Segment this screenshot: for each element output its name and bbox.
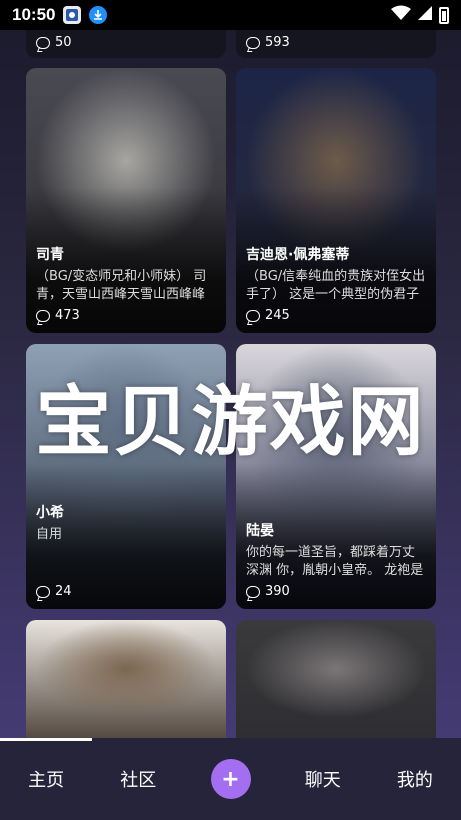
bottom-tab-bar: 主页 社区 + 聊天 我的 — [0, 738, 461, 820]
character-card[interactable]: 小希 自用 24 — [26, 344, 226, 609]
comment-icon — [36, 585, 50, 598]
character-name: 陆晏 — [246, 523, 274, 539]
character-name: 小希 — [36, 505, 64, 521]
character-feed[interactable]: 50 593 司青 （BG/变态师兄和小师妹） 司青，天雪山西峰天雪山西峰峰主司… — [0, 30, 461, 738]
status-bar: 10:50 — [0, 0, 461, 30]
tab-mine[interactable]: 我的 — [369, 766, 461, 792]
add-button[interactable]: + — [210, 759, 251, 799]
character-description: （BG/变态师兄和小师妹） 司青，天雪山西峰天雪山西峰峰主司义天的… — [36, 269, 207, 302]
comment-count: 473 — [36, 308, 216, 323]
comment-count: 593 — [246, 35, 426, 50]
character-portrait — [236, 620, 436, 738]
comment-icon — [36, 309, 50, 322]
comment-icon — [36, 36, 50, 49]
status-time: 10:50 — [12, 5, 56, 24]
wifi-icon — [391, 5, 411, 25]
comment-icon — [246, 585, 260, 598]
comment-count: 390 — [246, 584, 426, 599]
app-icon — [63, 6, 82, 24]
character-card[interactable]: 吉迪恩·佩弗塞蒂 （BG/信奉纯血的贵族对侄女出手了） 这是一个典型的伪君子与道… — [236, 68, 436, 333]
character-portrait — [26, 620, 226, 738]
tab-home[interactable]: 主页 — [0, 766, 92, 792]
active-tab-indicator — [0, 738, 92, 741]
character-card[interactable]: 陆晏 你的每一道圣旨，都踩着万丈深渊 你，胤朝小皇帝。 龙袍是你的铠甲，… 39… — [236, 344, 436, 609]
character-description: （BG/信奉纯血的贵族对侄女出手了） 这是一个典型的伪君子与道貌岸然… — [246, 269, 426, 302]
character-card-partial-left[interactable]: 50 — [26, 30, 226, 58]
tab-chat[interactable]: 聊天 — [277, 766, 369, 792]
character-name: 司青 — [36, 247, 64, 263]
character-description: 自用 — [36, 527, 63, 542]
character-name: 吉迪恩·佩弗塞蒂 — [246, 247, 350, 263]
battery-icon — [439, 6, 449, 24]
character-card[interactable] — [26, 620, 226, 738]
comment-count: 24 — [36, 584, 216, 599]
create-tab[interactable]: + — [184, 759, 276, 799]
comment-count: 50 — [36, 35, 216, 50]
comment-icon — [246, 309, 260, 322]
character-description: 你的每一道圣旨，都踩着万丈深渊 你，胤朝小皇帝。 龙袍是你的铠甲，… — [246, 545, 424, 578]
character-card-partial-right[interactable]: 593 — [236, 30, 436, 58]
character-card[interactable]: 司青 （BG/变态师兄和小师妹） 司青，天雪山西峰天雪山西峰峰主司义天的… 47… — [26, 68, 226, 333]
comment-icon — [246, 36, 260, 49]
comment-count: 245 — [246, 308, 426, 323]
character-card[interactable] — [236, 620, 436, 738]
signal-icon — [417, 5, 433, 25]
tab-community[interactable]: 社区 — [92, 766, 184, 792]
download-icon — [89, 6, 108, 24]
